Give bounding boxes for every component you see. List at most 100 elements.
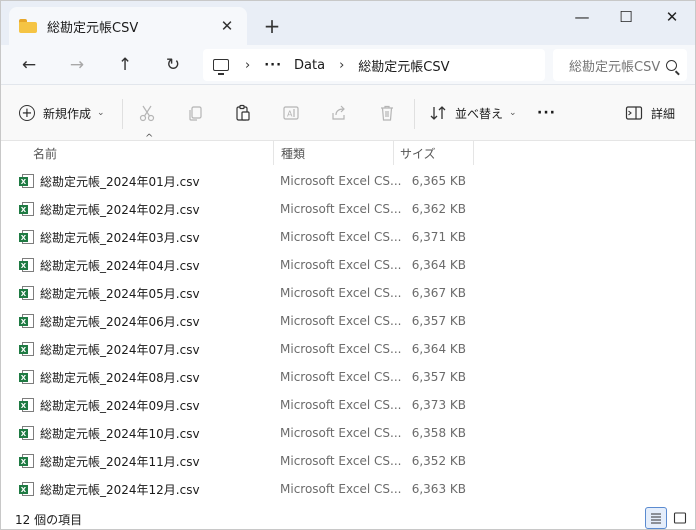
copy-icon[interactable]	[185, 103, 205, 123]
breadcrumb-separator[interactable]: ›	[339, 58, 344, 73]
file-row[interactable]: X 総勘定元帳_2024年10月.csv Microsoft Excel CS...…	[1, 419, 695, 447]
file-type: Microsoft Excel CS...	[280, 370, 402, 384]
column-resize-handle[interactable]	[273, 141, 274, 165]
chevron-down-icon: ⌄	[509, 108, 517, 118]
forward-button[interactable]: →	[61, 51, 93, 79]
details-pane-label: 詳細	[651, 106, 676, 121]
column-header-name[interactable]: 名前	[33, 141, 273, 165]
new-button[interactable]: + 新規作成 ⌄	[19, 99, 105, 127]
file-name: 総勘定元帳_2024年01月.csv	[40, 174, 200, 189]
file-name: 総勘定元帳_2024年08月.csv	[40, 370, 200, 385]
excel-badge: X	[19, 373, 28, 382]
item-count-text: 12 個の項目	[15, 513, 83, 527]
more-options-button[interactable]: ···	[537, 99, 556, 127]
excel-csv-file-icon: X	[19, 369, 35, 385]
file-explorer-window: 総勘定元帳CSV ✕ + — ☐ ✕ ← → ↑ ↻ › ··· › Data …	[0, 0, 696, 530]
column-resize-handle[interactable]	[393, 141, 394, 165]
search-box[interactable]: 総勘定元帳CSV	[553, 49, 687, 81]
breadcrumb-separator[interactable]: ›	[245, 58, 250, 73]
excel-badge: X	[19, 317, 28, 326]
file-type: Microsoft Excel CS...	[280, 258, 402, 272]
file-name-cell[interactable]: X 総勘定元帳_2024年08月.csv	[19, 369, 200, 386]
address-bar[interactable]: › ··· › Data › 総勘定元帳CSV	[203, 49, 545, 81]
column-header-type[interactable]: 種類	[281, 141, 393, 165]
file-row[interactable]: X 総勘定元帳_2024年05月.csv Microsoft Excel CS...…	[1, 279, 695, 307]
refresh-button[interactable]: ↻	[157, 51, 189, 79]
file-row[interactable]: X 総勘定元帳_2024年01月.csv Microsoft Excel CS...…	[1, 167, 695, 195]
file-size: 6,373 KB	[411, 398, 466, 412]
this-pc-icon[interactable]	[213, 59, 229, 75]
excel-csv-file-icon: X	[19, 229, 35, 245]
file-size: 6,358 KB	[411, 426, 466, 440]
tab-title: 総勘定元帳CSV	[47, 20, 139, 36]
file-row[interactable]: X 総勘定元帳_2024年08月.csv Microsoft Excel CS...…	[1, 363, 695, 391]
file-name-cell[interactable]: X 総勘定元帳_2024年11月.csv	[19, 453, 200, 470]
file-name: 総勘定元帳_2024年03月.csv	[40, 230, 200, 245]
file-type: Microsoft Excel CS...	[280, 398, 402, 412]
file-row[interactable]: X 総勘定元帳_2024年02月.csv Microsoft Excel CS...…	[1, 195, 695, 223]
file-name-cell[interactable]: X 総勘定元帳_2024年07月.csv	[19, 341, 200, 358]
file-row[interactable]: X 総勘定元帳_2024年12月.csv Microsoft Excel CS...…	[1, 475, 695, 503]
new-button-label: 新規作成	[43, 106, 92, 121]
file-row[interactable]: X 総勘定元帳_2024年06月.csv Microsoft Excel CS...…	[1, 307, 695, 335]
excel-csv-file-icon: X	[19, 481, 35, 497]
back-button[interactable]: ←	[13, 51, 45, 79]
file-row[interactable]: X 総勘定元帳_2024年04月.csv Microsoft Excel CS...…	[1, 251, 695, 279]
rename-icon[interactable]: A	[281, 103, 301, 123]
file-name-cell[interactable]: X 総勘定元帳_2024年02月.csv	[19, 201, 200, 218]
toolbar-divider	[122, 99, 123, 129]
title-bar: 総勘定元帳CSV ✕ + — ☐ ✕	[1, 1, 695, 45]
paste-icon[interactable]	[233, 103, 253, 123]
file-name-cell[interactable]: X 総勘定元帳_2024年01月.csv	[19, 173, 200, 190]
maximize-button[interactable]: ☐	[603, 1, 649, 33]
new-tab-button[interactable]: +	[259, 13, 285, 39]
file-name-cell[interactable]: X 総勘定元帳_2024年10月.csv	[19, 425, 200, 442]
svg-text:A: A	[287, 110, 293, 119]
file-name: 総勘定元帳_2024年06月.csv	[40, 314, 200, 329]
file-name-cell[interactable]: X 総勘定元帳_2024年03月.csv	[19, 229, 200, 246]
file-row[interactable]: X 総勘定元帳_2024年03月.csv Microsoft Excel CS...…	[1, 223, 695, 251]
excel-csv-file-icon: X	[19, 257, 35, 273]
search-icon[interactable]	[666, 59, 677, 71]
share-icon[interactable]	[329, 103, 349, 123]
excel-csv-file-icon: X	[19, 397, 35, 413]
file-size: 6,357 KB	[411, 314, 466, 328]
close-window-button[interactable]: ✕	[649, 1, 695, 33]
tab-current-folder[interactable]: 総勘定元帳CSV ✕	[9, 7, 247, 45]
details-view-icon	[649, 511, 663, 525]
sort-button[interactable]: 並べ替え ⌄	[429, 99, 517, 127]
details-pane-button[interactable]: 詳細	[625, 99, 675, 127]
file-name: 総勘定元帳_2024年10月.csv	[40, 426, 200, 441]
breadcrumb-item-current[interactable]: 総勘定元帳CSV	[358, 56, 449, 75]
excel-badge: X	[19, 457, 28, 466]
search-input[interactable]: 総勘定元帳CSV	[569, 56, 666, 75]
tab-close-icon[interactable]: ✕	[217, 16, 237, 36]
file-name-cell[interactable]: X 総勘定元帳_2024年06月.csv	[19, 313, 200, 330]
excel-badge: X	[19, 177, 28, 186]
details-view-button[interactable]	[645, 507, 667, 529]
breadcrumb-item-data[interactable]: Data	[294, 58, 325, 73]
file-name-cell[interactable]: X 総勘定元帳_2024年05月.csv	[19, 285, 200, 302]
delete-icon[interactable]	[377, 103, 397, 123]
file-row[interactable]: X 総勘定元帳_2024年07月.csv Microsoft Excel CS...…	[1, 335, 695, 363]
file-type: Microsoft Excel CS...	[280, 230, 402, 244]
column-resize-handle[interactable]	[473, 141, 474, 165]
file-row[interactable]: X 総勘定元帳_2024年09月.csv Microsoft Excel CS...…	[1, 391, 695, 419]
file-name-cell[interactable]: X 総勘定元帳_2024年09月.csv	[19, 397, 200, 414]
file-size: 6,364 KB	[411, 258, 466, 272]
file-row[interactable]: X 総勘定元帳_2024年11月.csv Microsoft Excel CS...…	[1, 447, 695, 475]
excel-badge: X	[19, 261, 28, 270]
file-size: 6,352 KB	[411, 454, 466, 468]
file-name-cell[interactable]: X 総勘定元帳_2024年04月.csv	[19, 257, 200, 274]
excel-badge: X	[19, 429, 28, 438]
tiles-view-button[interactable]	[669, 507, 691, 529]
up-button[interactable]: ↑	[109, 51, 141, 79]
cut-icon[interactable]	[137, 103, 157, 123]
breadcrumb-overflow-button[interactable]: ···	[264, 58, 282, 73]
file-size: 6,357 KB	[411, 370, 466, 384]
file-name: 総勘定元帳_2024年07月.csv	[40, 342, 200, 357]
minimize-button[interactable]: —	[559, 1, 605, 33]
file-name: 総勘定元帳_2024年09月.csv	[40, 398, 200, 413]
file-name-cell[interactable]: X 総勘定元帳_2024年12月.csv	[19, 481, 200, 498]
column-header-size[interactable]: サイズ	[400, 141, 472, 165]
